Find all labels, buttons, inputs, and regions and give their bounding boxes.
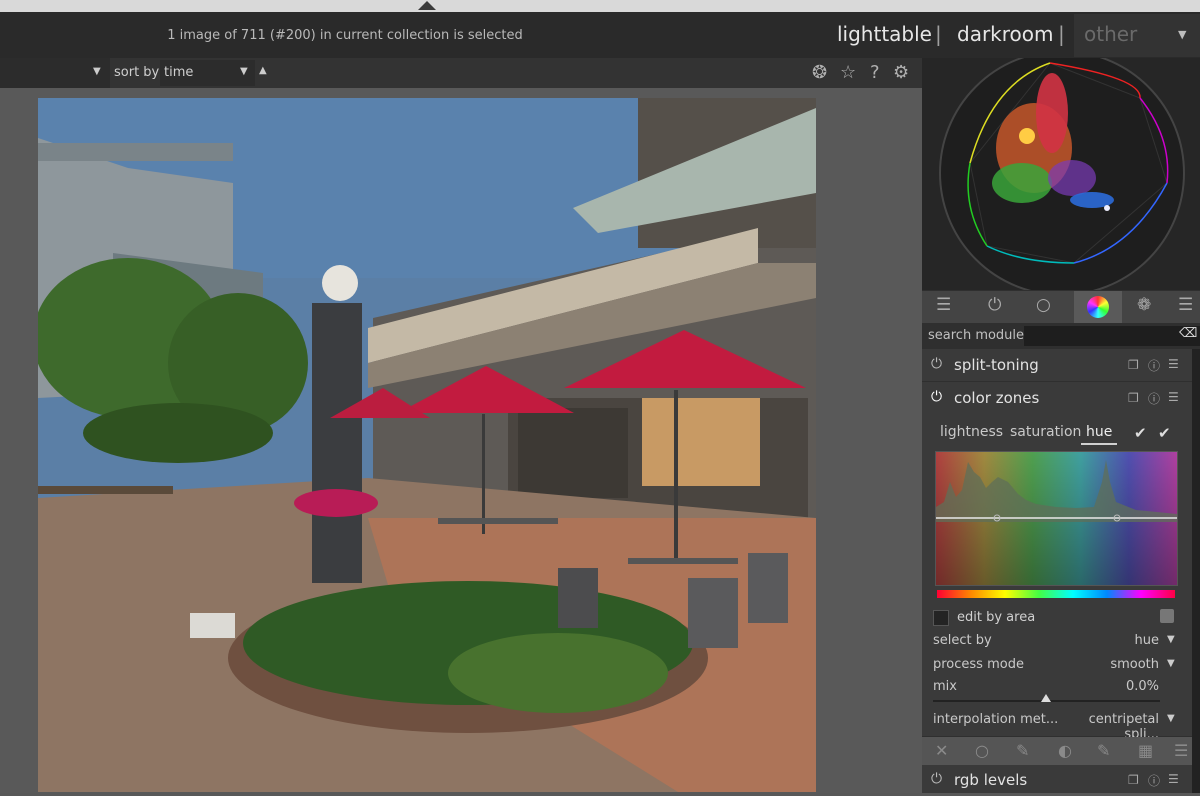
- brush-icon[interactable]: ✎: [1016, 741, 1029, 760]
- tab-hue[interactable]: hue: [1086, 424, 1112, 440]
- chevron-down-icon[interactable]: ▼: [1167, 658, 1175, 669]
- top-border: [0, 0, 1200, 12]
- view-other[interactable]: other: [1084, 22, 1137, 46]
- view-lighttable[interactable]: lighttable: [837, 22, 932, 46]
- mix-label: mix: [933, 679, 957, 694]
- clear-icon[interactable]: ⌫: [1179, 326, 1197, 341]
- module-group-bar: [922, 291, 1200, 323]
- presets-icon[interactable]: ❐: [1128, 391, 1139, 405]
- grouping-icon[interactable]: ❂: [812, 62, 827, 83]
- power-icon[interactable]: ⏻: [988, 295, 1001, 315]
- select-by-value[interactable]: hue: [1060, 633, 1159, 648]
- drawn-parametric-icon[interactable]: ✎: [1097, 741, 1110, 760]
- circle-icon[interactable]: ○: [1036, 295, 1051, 315]
- help-icon[interactable]: ?: [870, 62, 880, 83]
- hue-bar: [937, 590, 1175, 598]
- presets-icon[interactable]: ❐: [1128, 773, 1139, 787]
- gear-icon[interactable]: ⚙: [893, 62, 909, 83]
- menu-icon[interactable]: ☰: [1178, 295, 1193, 315]
- photo-preview[interactable]: [33, 98, 816, 792]
- tab-saturation[interactable]: saturation: [1010, 424, 1081, 440]
- sliders-icon[interactable]: ☰: [936, 295, 951, 315]
- info-icon[interactable]: ⓘ: [1148, 357, 1160, 374]
- view-separator: |: [1058, 22, 1065, 46]
- hue-curve-graph[interactable]: [935, 451, 1178, 586]
- info-icon[interactable]: ⓘ: [1148, 390, 1160, 407]
- close-icon[interactable]: ✕: [935, 741, 948, 760]
- menu-icon[interactable]: ☰: [1168, 772, 1179, 786]
- sort-value[interactable]: time: [164, 65, 193, 80]
- star-icon[interactable]: ☆: [840, 62, 856, 83]
- chevron-down-icon[interactable]: ▼: [1167, 634, 1175, 645]
- menu-icon[interactable]: ☰: [1174, 741, 1188, 760]
- power-icon[interactable]: ⏻: [931, 389, 942, 405]
- color-picker-icon[interactable]: ✔: [1134, 424, 1147, 442]
- interpolation-label: interpolation met...: [933, 712, 1059, 727]
- panel-scrollbar[interactable]: [1192, 349, 1200, 793]
- sort-order-icon[interactable]: ▲: [259, 65, 267, 76]
- mix-slider-handle[interactable]: [1041, 694, 1051, 702]
- view-separator: |: [935, 22, 942, 46]
- active-tab-indicator: [1081, 443, 1117, 445]
- tab-lightness[interactable]: lightness: [940, 424, 1003, 440]
- vectorscope: [922, 50, 1200, 296]
- color-wheel-icon[interactable]: [1087, 296, 1109, 318]
- chevron-down-icon[interactable]: ▼: [93, 66, 101, 77]
- select-by-label: select by: [933, 633, 992, 648]
- edit-by-area-label: edit by area: [957, 610, 1036, 625]
- chevron-down-icon[interactable]: ▼: [1178, 28, 1186, 41]
- process-mode-value[interactable]: smooth: [1060, 657, 1159, 672]
- power-icon[interactable]: ⏻: [931, 771, 942, 787]
- info-icon[interactable]: ⓘ: [1148, 772, 1160, 789]
- collapse-top-arrow-icon[interactable]: [418, 1, 436, 10]
- search-module-label: search module: [928, 328, 1025, 343]
- chevron-down-icon[interactable]: ▼: [1167, 713, 1175, 724]
- display-mask-icon[interactable]: [1160, 609, 1174, 623]
- presets-icon[interactable]: ❐: [1128, 358, 1139, 372]
- view-darkroom[interactable]: darkroom: [957, 22, 1054, 46]
- menu-icon[interactable]: ☰: [1168, 357, 1179, 371]
- raster-mask-icon[interactable]: ▦: [1138, 741, 1153, 760]
- module-name[interactable]: split-toning: [954, 356, 1039, 374]
- mix-value[interactable]: 0.0%: [1060, 679, 1159, 694]
- sort-label: sort by: [114, 65, 160, 80]
- search-module-input[interactable]: [1024, 326, 1200, 346]
- parametric-mask-icon[interactable]: ◐: [1058, 741, 1072, 760]
- module-name[interactable]: rgb levels: [954, 771, 1027, 789]
- menu-icon[interactable]: ☰: [1168, 390, 1179, 404]
- process-mode-label: process mode: [933, 657, 1024, 672]
- circle-icon[interactable]: ○: [975, 741, 989, 760]
- selection-status: 1 image of 711 (#200) in current collect…: [167, 28, 523, 43]
- module-name[interactable]: color zones: [954, 389, 1039, 407]
- edit-by-area-checkbox[interactable]: [933, 610, 949, 626]
- aperture-icon[interactable]: ❁: [1137, 295, 1151, 315]
- power-icon[interactable]: ⏻: [931, 356, 942, 372]
- color-picker-area-icon[interactable]: ✔: [1158, 424, 1171, 442]
- chevron-down-icon[interactable]: ▼: [240, 66, 248, 77]
